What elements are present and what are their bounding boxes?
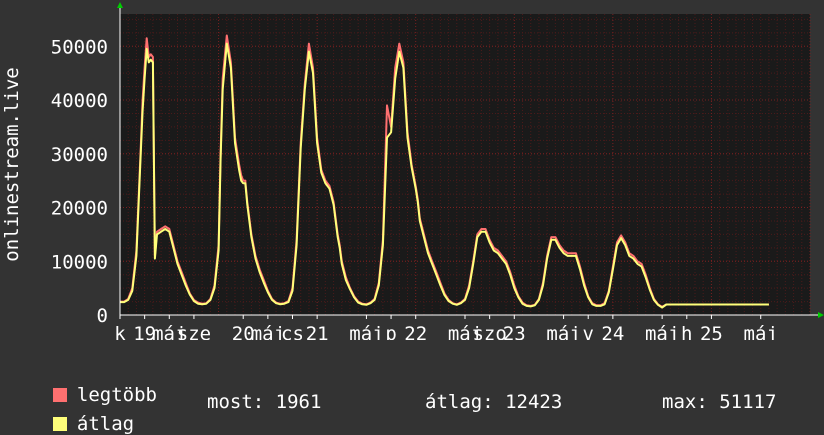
y-axis-arrow (117, 2, 123, 8)
x-tick-label: sze (177, 323, 211, 340)
x-tick-label: k (114, 323, 126, 340)
y-tick-label: 20000 (51, 198, 108, 220)
x-tick-label: máj (645, 323, 679, 340)
x-tick-label: 22 (404, 323, 427, 340)
x-tick-label: cs (281, 323, 304, 340)
y-tick-label: 10000 (51, 251, 108, 273)
x-tick-label: szo (472, 323, 506, 340)
x-tick-label: máj (546, 323, 580, 340)
stat-maximum: max: 51117 (662, 391, 777, 413)
y-tick-label: 40000 (51, 90, 108, 112)
x-tick-label: v (582, 323, 593, 340)
y-axis-title: onlinestream.live (1, 67, 23, 261)
stat-average: átlag: 12423 (425, 391, 563, 413)
x-tick-label: 24 (601, 323, 624, 340)
x-tick-label: 23 (503, 323, 526, 340)
x-tick-label: máj (349, 323, 383, 340)
y-tick-label: 0 (97, 305, 108, 327)
y-tick-label: 30000 (51, 144, 108, 166)
x-tick-label: 21 (306, 323, 329, 340)
legend-item-avg: átlag (30, 391, 134, 435)
x-tick-label: máj (251, 323, 285, 340)
legend-swatch-avg (52, 417, 67, 431)
x-tick-label: 25 (700, 323, 723, 340)
x-tick-label: h (681, 323, 692, 340)
legend-label-avg: átlag (76, 413, 135, 435)
x-tick-label: máj (744, 323, 778, 340)
stat-current: most: 1961 (207, 391, 322, 413)
chart: 01000020000300004000050000k 19májsze 20máj… (1, 2, 824, 340)
x-tick-label: p (385, 323, 396, 340)
x-axis-arrow (818, 312, 824, 318)
y-tick-label: 50000 (51, 36, 108, 58)
